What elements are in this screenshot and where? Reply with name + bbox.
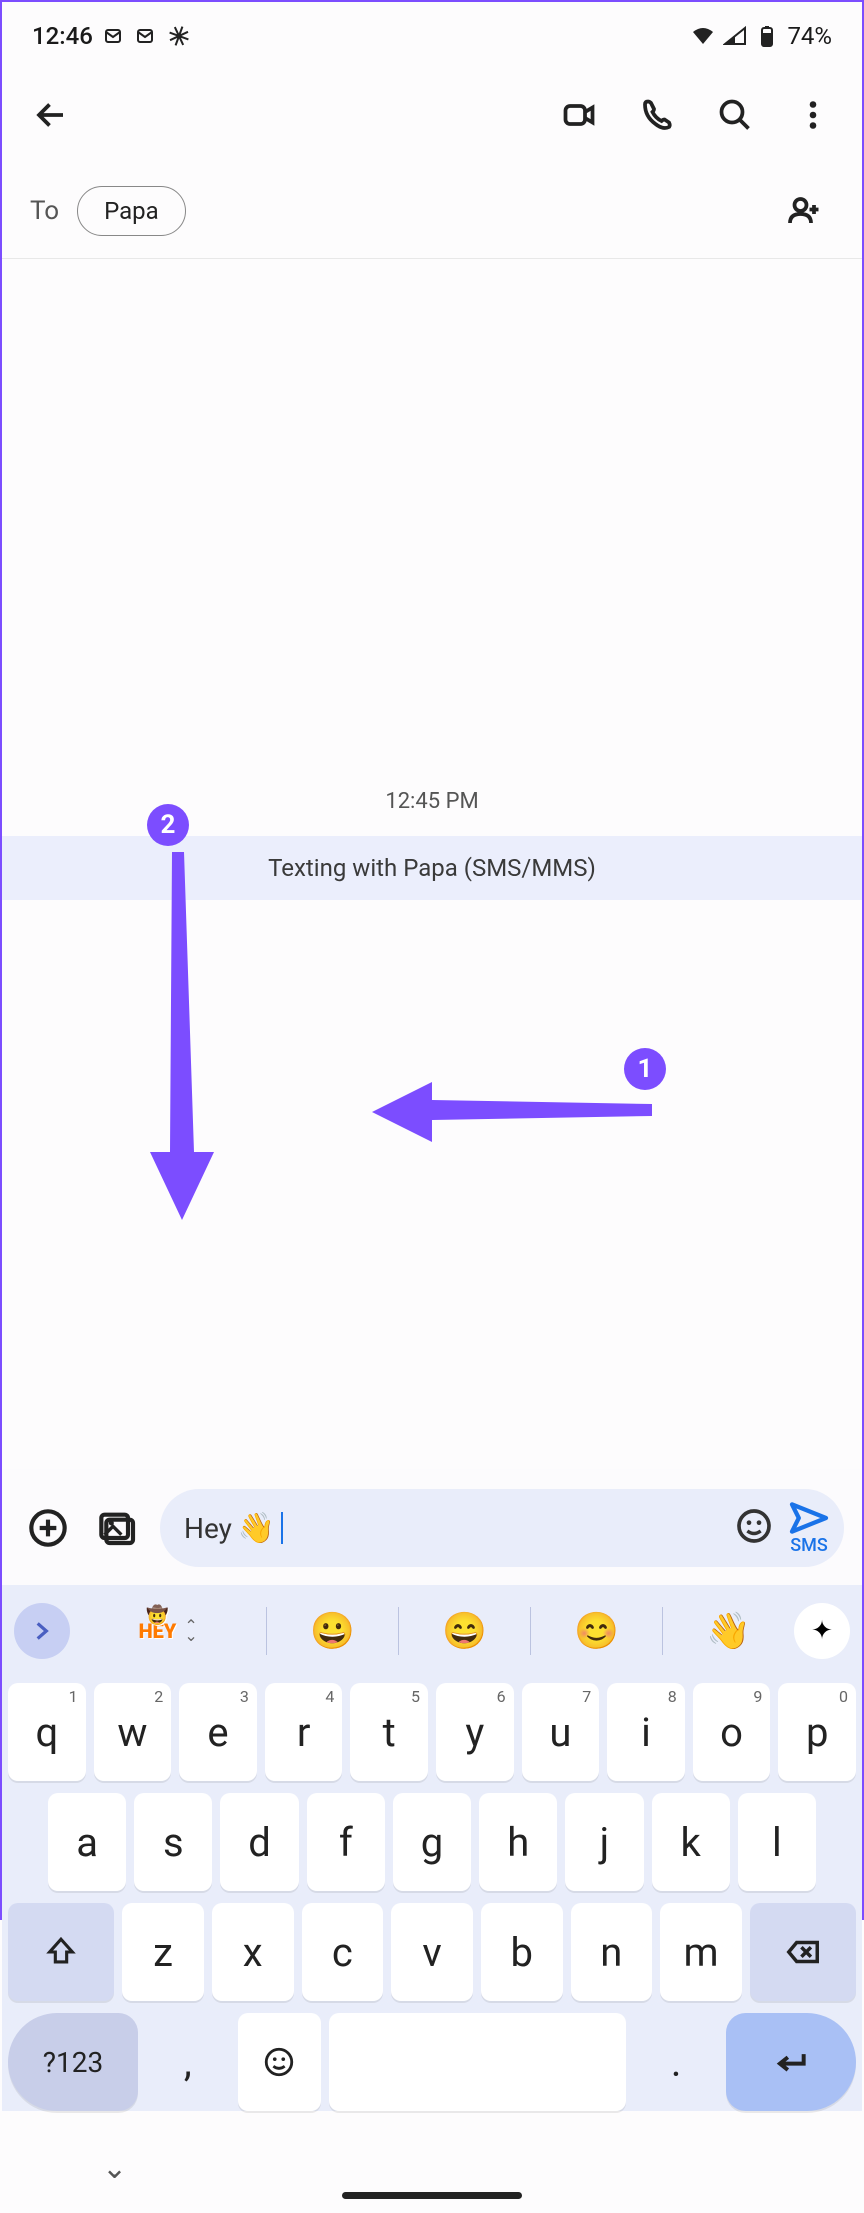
keyboard: q1 w2 e3 r4 t5 y6 u7 i8 o9 p0 a s d f g …: [2, 1677, 862, 2111]
key-s[interactable]: s: [134, 1793, 212, 1891]
more-button[interactable]: [784, 86, 842, 144]
emoji-suggestion-3[interactable]: 😊: [531, 1601, 662, 1661]
status-bar: 12:46 74%: [2, 2, 862, 60]
call-button[interactable]: [628, 86, 686, 144]
key-period[interactable]: .: [634, 2013, 718, 2111]
emoji-picker-button[interactable]: [734, 1506, 778, 1550]
message-timestamp: 12:45 PM: [2, 789, 862, 814]
updown-icon: ⌃⌄: [184, 1621, 197, 1641]
recipients-row: To Papa: [2, 170, 862, 259]
key-space[interactable]: [329, 2013, 626, 2111]
key-u[interactable]: u7: [522, 1683, 600, 1781]
signal-icon: [723, 24, 747, 48]
key-g[interactable]: g: [393, 1793, 471, 1891]
key-j[interactable]: j: [565, 1793, 643, 1891]
key-a[interactable]: a: [48, 1793, 126, 1891]
key-d[interactable]: d: [220, 1793, 298, 1891]
key-k[interactable]: k: [652, 1793, 730, 1891]
emoji-suggestion-1[interactable]: 😀: [267, 1601, 398, 1661]
annotation-arrow-1: [372, 1082, 652, 1142]
send-button[interactable]: SMS: [788, 1501, 834, 1556]
key-o[interactable]: o9: [693, 1683, 771, 1781]
key-f[interactable]: f: [307, 1793, 385, 1891]
back-button[interactable]: [22, 86, 80, 144]
search-button[interactable]: [706, 86, 764, 144]
key-t[interactable]: t5: [350, 1683, 428, 1781]
home-gesture-pill[interactable]: [342, 2192, 522, 2199]
key-n[interactable]: n: [571, 1903, 653, 2001]
annotation-arrow-2: [142, 852, 222, 1222]
send-label: SMS: [790, 1535, 828, 1556]
recipient-chip[interactable]: Papa: [77, 186, 186, 236]
status-time: 12:46: [32, 22, 93, 50]
key-emoji[interactable]: [238, 2013, 322, 2111]
key-v[interactable]: v: [391, 1903, 473, 2001]
gallery-button[interactable]: [90, 1500, 146, 1556]
keyboard-row-1: q1 w2 e3 r4 t5 y6 u7 i8 o9 p0: [8, 1683, 856, 1781]
key-i[interactable]: i8: [607, 1683, 685, 1781]
key-l[interactable]: l: [738, 1793, 816, 1891]
key-p[interactable]: p0: [778, 1683, 856, 1781]
key-q[interactable]: q1: [8, 1683, 86, 1781]
key-w[interactable]: w2: [94, 1683, 172, 1781]
system-nav-bar: ⌄: [2, 2123, 862, 2213]
annotation-badge-2: 2: [147, 804, 189, 846]
emoji-suggestion-2[interactable]: 😄: [399, 1601, 530, 1661]
magic-wand-button[interactable]: ✦: [794, 1603, 850, 1659]
key-e[interactable]: e3: [179, 1683, 257, 1781]
app-bar: [2, 60, 862, 170]
key-comma[interactable]: ,: [146, 2013, 230, 2111]
key-b[interactable]: b: [481, 1903, 563, 2001]
key-symbols[interactable]: ?123: [8, 2013, 138, 2111]
texting-banner: Texting with Papa (SMS/MMS): [2, 836, 862, 900]
key-c[interactable]: c: [302, 1903, 384, 2001]
suggestion-bar: 🤠HEY ⌃⌄ 😀 😄 😊 👋 ✦: [2, 1585, 862, 1677]
message-text: Hey 👋: [184, 1511, 283, 1546]
key-enter[interactable]: [726, 2013, 856, 2111]
videocall-button[interactable]: [550, 86, 608, 144]
battery-pct: 74%: [787, 22, 832, 50]
key-backspace[interactable]: [750, 1903, 856, 2001]
keyboard-row-2: a s d f g h j k l: [8, 1793, 856, 1891]
key-shift[interactable]: [8, 1903, 114, 2001]
expand-suggestions-button[interactable]: [14, 1603, 70, 1659]
key-y[interactable]: y6: [436, 1683, 514, 1781]
emoji-suggestion-4[interactable]: 👋: [663, 1601, 794, 1661]
key-z[interactable]: z: [122, 1903, 204, 2001]
compose-row: Hey 👋 SMS: [2, 1469, 862, 1585]
text-cursor: [281, 1512, 283, 1544]
sticker-suggestion-hey[interactable]: 🤠HEY ⌃⌄: [70, 1601, 266, 1661]
status-notif-icons: [103, 24, 191, 48]
key-m[interactable]: m: [660, 1903, 742, 2001]
message-input[interactable]: Hey 👋 SMS: [160, 1489, 844, 1567]
add-recipient-button[interactable]: [776, 182, 834, 240]
keyboard-row-3: z x c v b n m: [8, 1903, 856, 2001]
keyboard-row-4: ?123 , .: [8, 2013, 856, 2111]
battery-icon: [755, 24, 779, 48]
to-label: To: [30, 196, 59, 226]
wifi-icon: [691, 24, 715, 48]
key-h[interactable]: h: [479, 1793, 557, 1891]
chevron-down-icon[interactable]: ⌄: [102, 2151, 127, 2186]
attach-button[interactable]: [20, 1500, 76, 1556]
key-x[interactable]: x: [212, 1903, 294, 2001]
key-r[interactable]: r4: [265, 1683, 343, 1781]
